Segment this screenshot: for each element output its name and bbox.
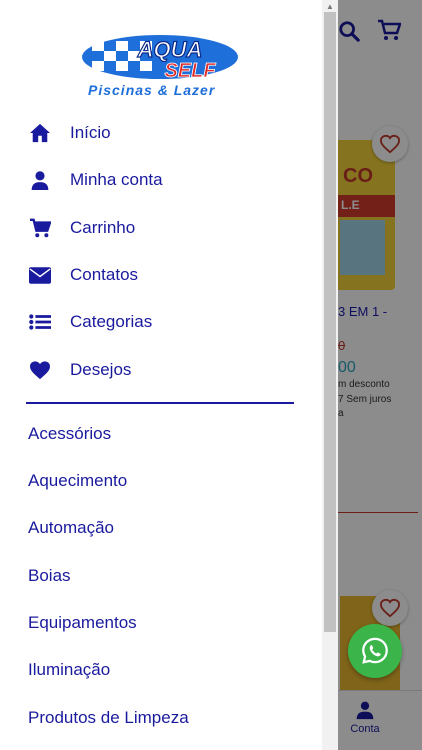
- logo-text-top: AQUA: [137, 37, 203, 62]
- logo-tagline: Piscinas & Lazer: [88, 82, 216, 98]
- category-item-cleaning-products[interactable]: Produtos de Limpeza: [28, 708, 189, 728]
- menu-item-label: Contatos: [70, 265, 139, 284]
- scroll-up-arrow-icon[interactable]: ▲: [324, 2, 336, 12]
- drawer-scrollbar-thumb[interactable]: [324, 12, 336, 632]
- menu-item-home[interactable]: Início: [28, 118, 308, 148]
- category-item-equipment[interactable]: Equipamentos: [28, 613, 137, 633]
- category-item-floats[interactable]: Boias: [28, 566, 71, 586]
- menu-divider: [26, 402, 294, 404]
- navigation-drawer: AQUA SELF Piscinas & Lazer Início Minha …: [0, 0, 338, 750]
- envelope-icon: [28, 264, 52, 286]
- menu-item-categories[interactable]: Categorias: [28, 307, 308, 337]
- category-item-automation[interactable]: Automação: [28, 518, 114, 538]
- whatsapp-icon: [362, 637, 388, 664]
- menu-item-account[interactable]: Minha conta: [28, 165, 308, 195]
- logo-text-bottom: SELF: [164, 60, 216, 82]
- category-item-heating[interactable]: Aquecimento: [28, 471, 127, 491]
- logo-graphic: AQUA SELF: [82, 35, 238, 82]
- menu-item-label: Categorias: [70, 312, 153, 331]
- user-icon: [28, 169, 52, 191]
- home-icon: [28, 122, 52, 144]
- cart-icon: [28, 217, 52, 239]
- menu-item-label: Carrinho: [70, 218, 136, 237]
- menu-item-wishlist[interactable]: Desejos: [28, 355, 308, 385]
- list-icon: [28, 311, 52, 333]
- menu-item-label: Desejos: [70, 360, 132, 379]
- menu-item-cart[interactable]: Carrinho: [28, 213, 308, 243]
- menu-item-label: Minha conta: [70, 170, 163, 189]
- menu-item-contacts[interactable]: Contatos: [28, 260, 308, 290]
- menu-item-label: Início: [70, 123, 111, 142]
- whatsapp-button[interactable]: [348, 624, 402, 678]
- category-item-lighting[interactable]: Iluminação: [28, 660, 110, 680]
- heart-icon: [28, 359, 52, 381]
- category-item-accessories[interactable]: Acessórios: [28, 424, 111, 444]
